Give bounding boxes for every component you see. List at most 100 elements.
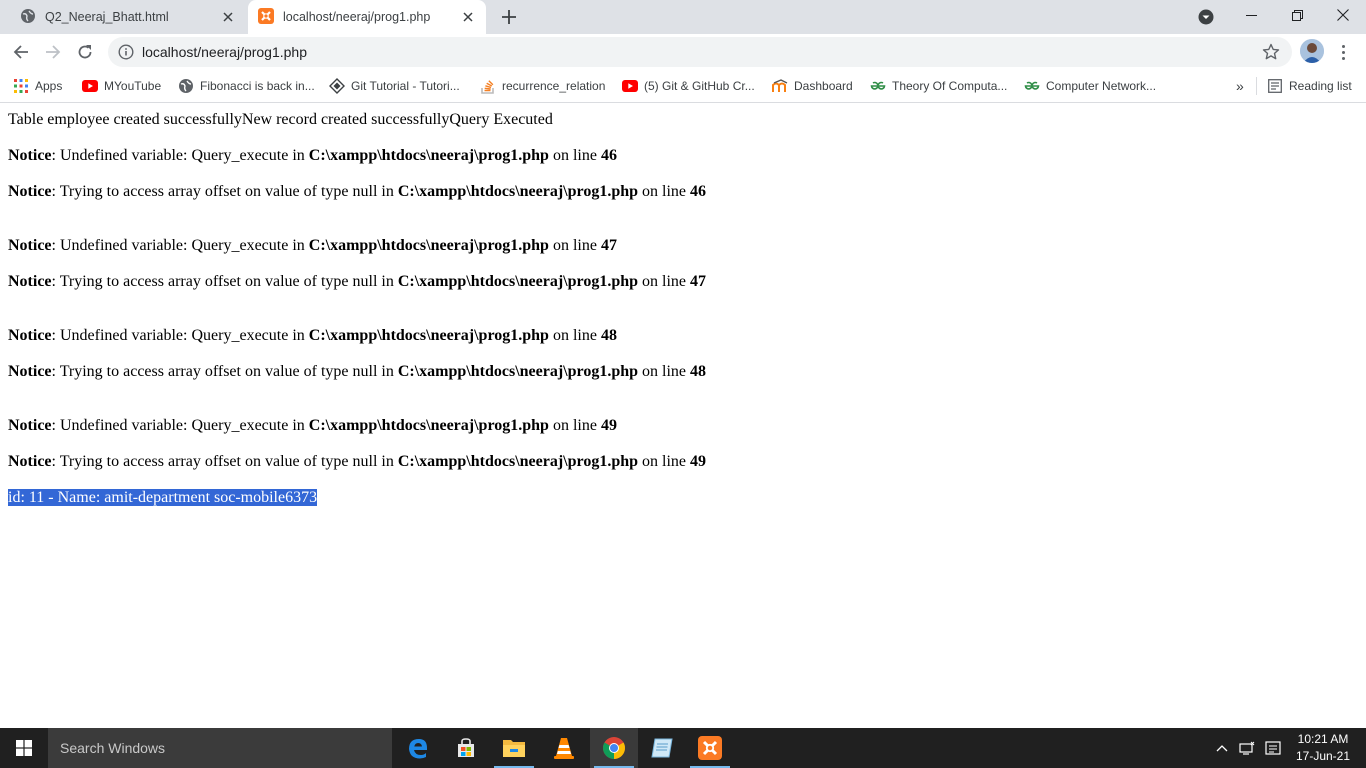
notice-message: : Trying to access array offset on value… xyxy=(51,273,398,290)
diamond-icon xyxy=(329,78,345,94)
url-text[interactable]: localhost/neeraj/prog1.php xyxy=(142,44,307,60)
bookmark-myoutube[interactable]: MYouTube xyxy=(82,77,161,95)
bookmark-git-tutorial[interactable]: Git Tutorial - Tutori... xyxy=(329,77,460,95)
taskbar-edge[interactable] xyxy=(394,728,442,768)
tab-title: localhost/neeraj/prog1.php xyxy=(283,10,431,24)
restore-button[interactable] xyxy=(1274,0,1320,30)
close-icon xyxy=(1337,9,1349,21)
notice-line: Notice: Undefined variable: Query_execut… xyxy=(8,236,617,256)
restore-icon xyxy=(1291,9,1303,21)
file-path: C:\xampp\htdocs\neeraj\prog1.php xyxy=(397,453,639,470)
notice-line: Notice: Trying to access array offset on… xyxy=(8,272,706,292)
reading-list-button[interactable]: Reading list xyxy=(1267,77,1352,95)
tab-localhost-prog1[interactable]: localhost/neeraj/prog1.php xyxy=(248,0,486,34)
clock-time: 10:21 AM xyxy=(1297,732,1349,746)
selected-result-text[interactable]: id: 11 - Name: amit-department soc-mobil… xyxy=(8,489,318,506)
bookmarks-overflow-button[interactable]: » xyxy=(1236,77,1244,95)
globe-icon xyxy=(178,78,194,94)
minimize-icon xyxy=(1245,14,1257,16)
info-icon[interactable] xyxy=(118,44,134,65)
close-window-button[interactable] xyxy=(1320,0,1366,30)
taskbar-store[interactable] xyxy=(442,728,490,768)
bookmark-apps[interactable]: Apps xyxy=(13,77,62,95)
address-bar[interactable]: localhost/neeraj/prog1.php xyxy=(108,37,1292,67)
taskbar-vlc[interactable] xyxy=(540,728,588,768)
start-button[interactable] xyxy=(0,728,48,768)
file-explorer-icon xyxy=(503,740,525,757)
browser-menu-button[interactable] xyxy=(1336,42,1350,62)
on-line-text: on line xyxy=(548,417,601,434)
notice-label: Notice xyxy=(8,327,52,344)
taskbar-notepad[interactable] xyxy=(638,728,686,768)
bookmark-label: Git Tutorial - Tutori... xyxy=(351,79,460,93)
taskbar-xampp[interactable] xyxy=(686,728,734,768)
line-number: 48 xyxy=(600,327,617,344)
on-line-text: on line xyxy=(548,147,601,164)
file-path: C:\xampp\htdocs\neeraj\prog1.php xyxy=(397,363,639,380)
tab-search-button[interactable] xyxy=(1198,9,1214,25)
bookmark-git-github-crash[interactable]: (5) Git & GitHub Cr... xyxy=(622,77,755,95)
bookmark-label: Fibonacci is back in... xyxy=(200,79,315,93)
vlc-icon xyxy=(554,738,574,759)
new-tab-button[interactable] xyxy=(498,7,520,27)
on-line-text: on line xyxy=(638,273,691,290)
youtube-icon xyxy=(622,78,638,94)
plus-icon xyxy=(502,10,516,24)
notice-line: Notice: Trying to access array offset on… xyxy=(8,362,706,382)
xampp-icon xyxy=(698,736,722,760)
line-number: 47 xyxy=(690,273,707,290)
arrow-right-icon xyxy=(46,45,61,59)
xampp-icon xyxy=(258,7,274,27)
bookmark-label: Theory Of Computa... xyxy=(892,79,1008,93)
close-icon[interactable] xyxy=(460,9,476,25)
on-line-text: on line xyxy=(548,237,601,254)
profile-avatar[interactable] xyxy=(1300,39,1324,63)
reload-button[interactable] xyxy=(72,40,98,64)
tab-title: Q2_Neeraj_Bhatt.html xyxy=(45,10,169,24)
bookmark-computer-network[interactable]: Computer Network... xyxy=(1024,77,1156,95)
file-path: C:\xampp\htdocs\neeraj\prog1.php xyxy=(397,183,639,200)
reading-list-icon xyxy=(1267,78,1283,94)
notice-line: Notice: Trying to access array offset on… xyxy=(8,452,706,472)
minimize-button[interactable] xyxy=(1228,0,1274,30)
back-button[interactable] xyxy=(8,40,34,64)
file-path: C:\xampp\htdocs\neeraj\prog1.php xyxy=(308,237,549,254)
bookmark-star-icon[interactable] xyxy=(1262,43,1280,66)
search-placeholder: Search Windows xyxy=(60,740,166,756)
windows-taskbar: Search Windows 10:21 AM 17-Jun-21 xyxy=(0,728,1366,768)
taskbar-file-explorer[interactable] xyxy=(490,728,538,768)
on-line-text: on line xyxy=(548,327,601,344)
notice-message: : Undefined variable: Query_execute in xyxy=(51,237,309,254)
reload-icon xyxy=(78,45,92,59)
globe-icon xyxy=(20,8,36,27)
divider xyxy=(1256,77,1257,95)
bookmark-theory-of-computation[interactable]: Theory Of Computa... xyxy=(870,77,1007,95)
store-icon xyxy=(458,738,474,757)
show-hidden-icons-button[interactable] xyxy=(1212,728,1232,768)
file-path: C:\xampp\htdocs\neeraj\prog1.php xyxy=(308,327,549,344)
taskbar-search-box[interactable]: Search Windows xyxy=(48,728,392,768)
taskbar-chrome[interactable] xyxy=(590,728,638,768)
bookmark-fibonacci[interactable]: Fibonacci is back in... xyxy=(178,77,315,95)
network-status-button[interactable] xyxy=(1236,728,1258,768)
file-path: C:\xampp\htdocs\neeraj\prog1.php xyxy=(308,147,549,164)
language-input-button[interactable] xyxy=(1262,728,1284,768)
notice-label: Notice xyxy=(8,363,52,380)
tab-strip: Q2_Neeraj_Bhatt.html localhost/neeraj/pr… xyxy=(0,0,1366,34)
clock-date: 17-Jun-21 xyxy=(1295,749,1351,763)
bookmarks-bar: Apps MYouTube Fibonacci is back in... Gi… xyxy=(0,70,1366,103)
tab-q2-neeraj-bhatt[interactable]: Q2_Neeraj_Bhatt.html xyxy=(8,0,246,34)
bookmark-dashboard[interactable]: Dashboard xyxy=(772,77,853,95)
geeksforgeeks-icon xyxy=(870,78,886,94)
close-icon[interactable] xyxy=(220,9,236,25)
line-number: 49 xyxy=(600,417,617,434)
notice-line: Notice: Undefined variable: Query_execut… xyxy=(8,326,617,346)
notice-label: Notice xyxy=(8,453,52,470)
line-number: 47 xyxy=(600,237,617,254)
system-clock[interactable]: 10:21 AM 17-Jun-21 xyxy=(1290,731,1356,765)
notice-message: : Trying to access array offset on value… xyxy=(51,453,398,470)
result-line: id: 11 - Name: amit-department soc-mobil… xyxy=(8,488,318,508)
bookmark-recurrence-relation[interactable]: recurrence_relation xyxy=(480,77,605,95)
notice-message: : Trying to access array offset on value… xyxy=(51,183,398,200)
forward-button[interactable] xyxy=(40,40,66,64)
